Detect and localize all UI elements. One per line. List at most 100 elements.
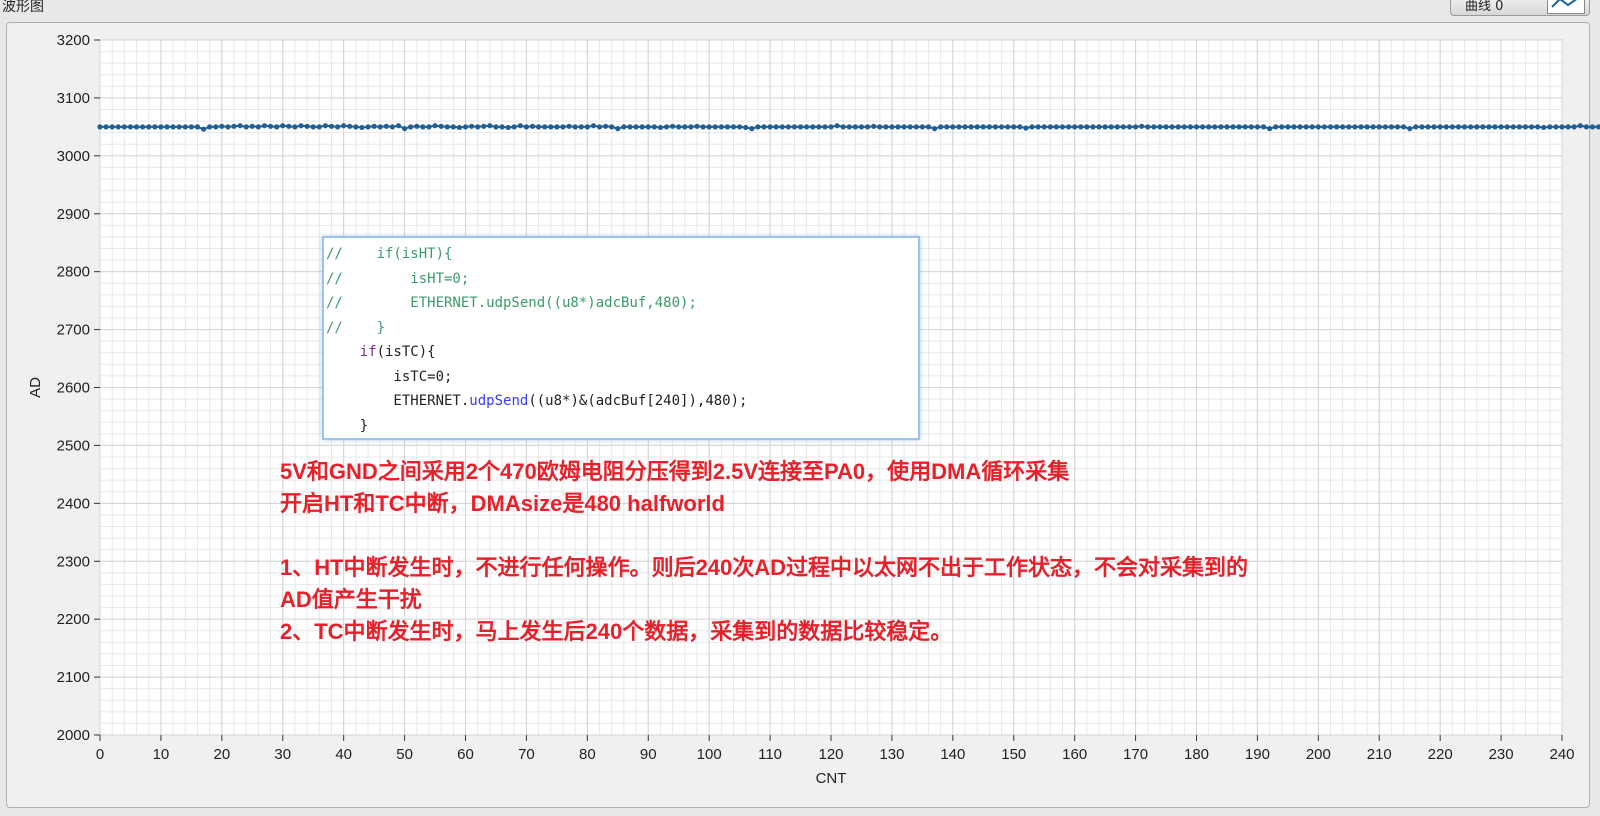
data-point bbox=[1431, 124, 1437, 130]
y-tick-label: 2800 bbox=[57, 264, 90, 281]
data-point bbox=[450, 124, 456, 130]
data-point bbox=[542, 124, 548, 130]
data-point bbox=[481, 123, 487, 129]
data-point bbox=[724, 124, 731, 130]
data-point bbox=[200, 126, 207, 132]
data-point bbox=[931, 126, 938, 132]
data-point bbox=[1474, 124, 1480, 130]
data-point bbox=[1218, 124, 1224, 130]
data-point bbox=[871, 123, 877, 129]
data-point bbox=[194, 124, 201, 130]
x-axis-label: CNT bbox=[816, 770, 847, 787]
data-point bbox=[730, 124, 737, 130]
data-point bbox=[992, 124, 999, 130]
data-point bbox=[1126, 124, 1133, 130]
data-point bbox=[554, 124, 560, 130]
code-line: // isHT=0; bbox=[326, 267, 918, 292]
code-line: // if(isHT){ bbox=[326, 242, 918, 267]
y-tick-label: 2700 bbox=[57, 322, 90, 339]
data-point bbox=[158, 124, 164, 130]
data-point bbox=[706, 124, 712, 130]
data-point bbox=[1236, 124, 1242, 130]
data-point bbox=[1120, 124, 1126, 130]
data-point bbox=[121, 124, 127, 130]
data-point bbox=[761, 124, 767, 130]
data-point bbox=[243, 124, 249, 130]
data-point bbox=[1260, 124, 1267, 130]
data-point bbox=[694, 123, 700, 129]
data-point bbox=[840, 124, 846, 130]
y-tick-label: 3000 bbox=[57, 148, 90, 165]
data-point bbox=[511, 124, 517, 130]
data-point bbox=[1132, 124, 1139, 130]
data-point bbox=[712, 124, 718, 130]
data-point bbox=[1382, 124, 1388, 130]
data-point bbox=[438, 123, 444, 129]
data-point bbox=[1340, 124, 1346, 130]
data-point bbox=[986, 124, 992, 130]
code-token: (isTC){ bbox=[376, 344, 436, 360]
data-point bbox=[499, 124, 505, 130]
y-tick-label: 3200 bbox=[57, 32, 90, 49]
data-point bbox=[944, 124, 950, 130]
data-point bbox=[493, 124, 499, 130]
data-point bbox=[657, 124, 664, 131]
data-point bbox=[1437, 124, 1443, 130]
data-point bbox=[1041, 124, 1047, 130]
data-point bbox=[913, 124, 919, 130]
data-point bbox=[925, 124, 932, 130]
x-tick-label: 10 bbox=[153, 746, 170, 763]
data-point bbox=[718, 124, 724, 130]
data-point bbox=[907, 124, 913, 130]
data-point bbox=[456, 124, 463, 131]
data-point bbox=[1023, 125, 1029, 131]
data-point bbox=[877, 124, 883, 130]
data-point bbox=[517, 123, 523, 129]
x-tick-label: 40 bbox=[335, 746, 352, 763]
data-point bbox=[255, 124, 261, 130]
data-point bbox=[389, 124, 395, 130]
data-point bbox=[1108, 124, 1114, 130]
data-point bbox=[749, 126, 755, 132]
x-tick-label: 90 bbox=[640, 746, 657, 763]
data-point bbox=[1011, 124, 1017, 130]
x-tick-label: 210 bbox=[1367, 746, 1392, 763]
x-tick-label: 0 bbox=[96, 746, 104, 763]
x-tick-label: 220 bbox=[1428, 746, 1453, 763]
data-point bbox=[1553, 124, 1559, 130]
y-axis-ticks: 2000 2100 2200 2300 2400 2500 2600 2700 2800 2900… bbox=[57, 32, 100, 744]
data-point bbox=[1364, 124, 1370, 130]
annotation-line: 开启HT和TC中断，DMAsize是480 halfworld bbox=[280, 491, 725, 516]
data-point bbox=[1248, 124, 1254, 130]
data-point bbox=[1358, 124, 1364, 130]
data-point bbox=[956, 124, 962, 130]
data-point bbox=[560, 124, 566, 130]
data-point bbox=[1504, 124, 1510, 130]
code-snippet-image: // if(isHT){// isHT=0; // ETHERNET.udpSen… bbox=[322, 236, 920, 440]
data-point bbox=[322, 123, 328, 129]
data-point bbox=[1413, 124, 1419, 130]
data-point bbox=[1029, 124, 1035, 130]
x-tick-label: 30 bbox=[274, 746, 291, 763]
data-point bbox=[1084, 124, 1090, 130]
annotation-line: 2、TC中断发生时，马上发生后240个数据，采集到的数据比较稳定。 bbox=[280, 619, 953, 644]
data-point bbox=[395, 123, 402, 129]
data-point bbox=[140, 124, 146, 130]
data-point bbox=[462, 124, 469, 130]
data-point bbox=[468, 123, 475, 129]
data-point bbox=[1291, 124, 1297, 130]
y-tick-label: 2600 bbox=[57, 380, 90, 397]
data-point bbox=[377, 124, 383, 130]
x-tick-label: 180 bbox=[1184, 746, 1209, 763]
data-point bbox=[1480, 124, 1486, 130]
data-point bbox=[328, 123, 335, 129]
data-point bbox=[1370, 124, 1376, 130]
code-token: // if(isHT){ bbox=[326, 246, 453, 262]
x-tick-label: 160 bbox=[1062, 746, 1087, 763]
data-point bbox=[1315, 124, 1321, 130]
code-line: // } bbox=[326, 316, 918, 341]
data-point bbox=[523, 124, 530, 130]
data-point bbox=[188, 124, 194, 130]
data-point bbox=[901, 124, 907, 130]
data-point bbox=[475, 124, 481, 130]
